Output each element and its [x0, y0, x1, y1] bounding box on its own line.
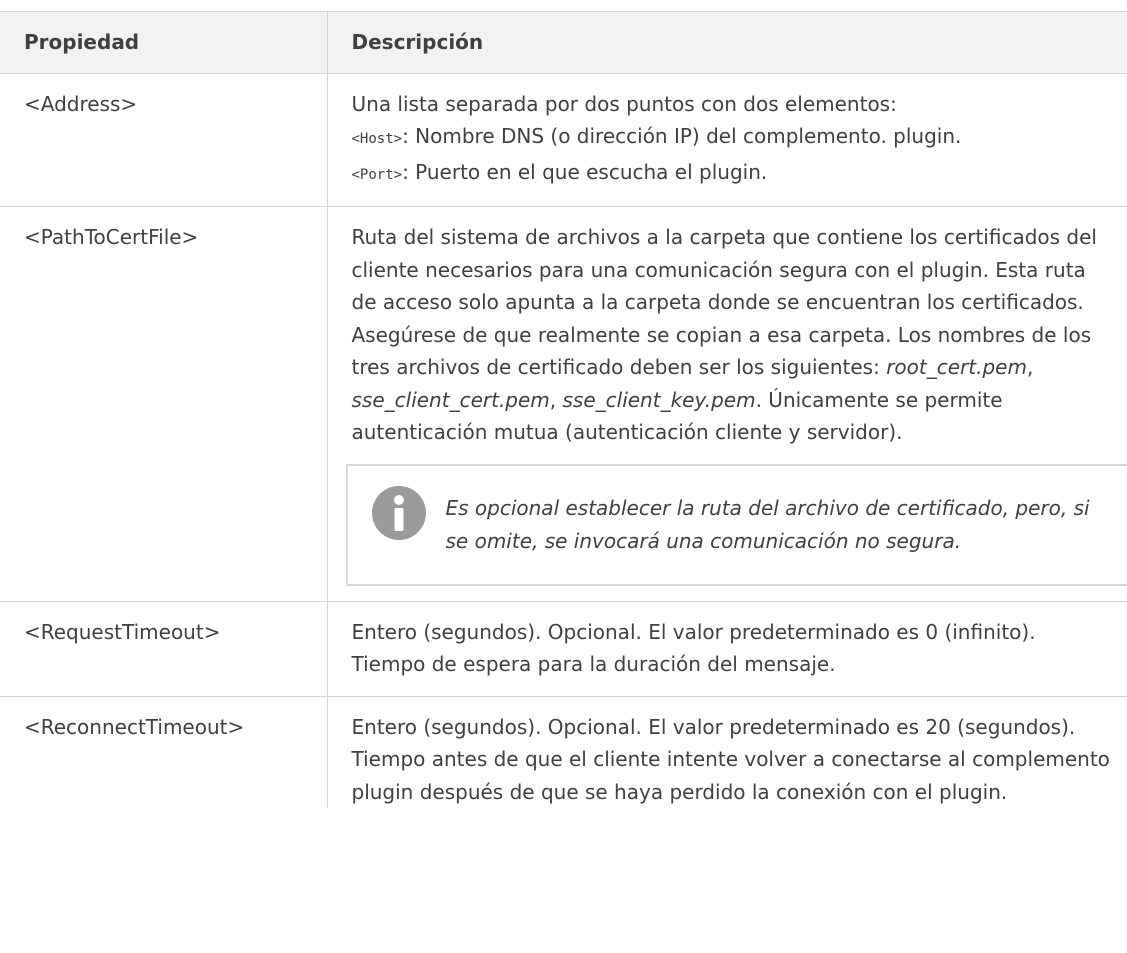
table-header-row: Propiedad Descripción [0, 11, 1127, 73]
header-property: Propiedad [0, 11, 328, 73]
table-row: <ReconnectTimeout> Entero (segundos). Op… [0, 695, 1127, 808]
property-name: <Address> [0, 72, 328, 207]
port-text: : Puerto en el que escucha el plugin. [402, 159, 768, 184]
info-note: Es opcional establecer la ruta del archi… [345, 463, 1127, 586]
host-text: : Nombre DNS (o dirección IP) del comple… [402, 124, 962, 148]
filename: sse_client_key.pem [562, 387, 756, 412]
code-port: <Port> [351, 166, 403, 183]
info-icon [371, 485, 426, 550]
property-description: Entero (segundos). Opcional. El valor pr… [327, 695, 1127, 808]
property-name: <ReconnectTimeout> [0, 695, 328, 808]
table-row: <RequestTimeout> Entero (segundos). Opci… [0, 600, 1127, 696]
property-name: <RequestTimeout> [0, 600, 328, 696]
table-row: <Address> Una lista separada por dos pun… [0, 72, 1127, 207]
property-name: <PathToCertFile> [0, 206, 328, 601]
note-text: Es opcional establecer la ruta del archi… [445, 495, 1090, 553]
description-intro: Una lista separada por dos puntos con do… [351, 91, 897, 116]
table-row: <PathToCertFile> Ruta del sistema de arc… [0, 206, 1127, 601]
separator: , [549, 387, 563, 412]
filename: root_cert.pem [886, 355, 1027, 379]
property-description: Ruta del sistema de archivos a la carpet… [327, 206, 1127, 601]
code-host: <Host> [351, 131, 403, 147]
header-description: Descripción [327, 11, 1127, 73]
properties-table: Propiedad Descripción <Address> Una list… [0, 11, 1127, 808]
description-line: <Host>: Nombre DNS (o dirección IP) del … [352, 120, 1114, 156]
property-description: Entero (segundos). Opcional. El valor pr… [327, 600, 1127, 696]
property-description: Una lista separada por dos puntos con do… [327, 72, 1127, 207]
separator: , [1026, 355, 1034, 379]
description-line: <Port>: Puerto en el que escucha el plug… [352, 156, 1114, 192]
filename: sse_client_cert.pem [351, 387, 550, 412]
description-text: Ruta del sistema de archivos a la carpet… [352, 221, 1114, 449]
